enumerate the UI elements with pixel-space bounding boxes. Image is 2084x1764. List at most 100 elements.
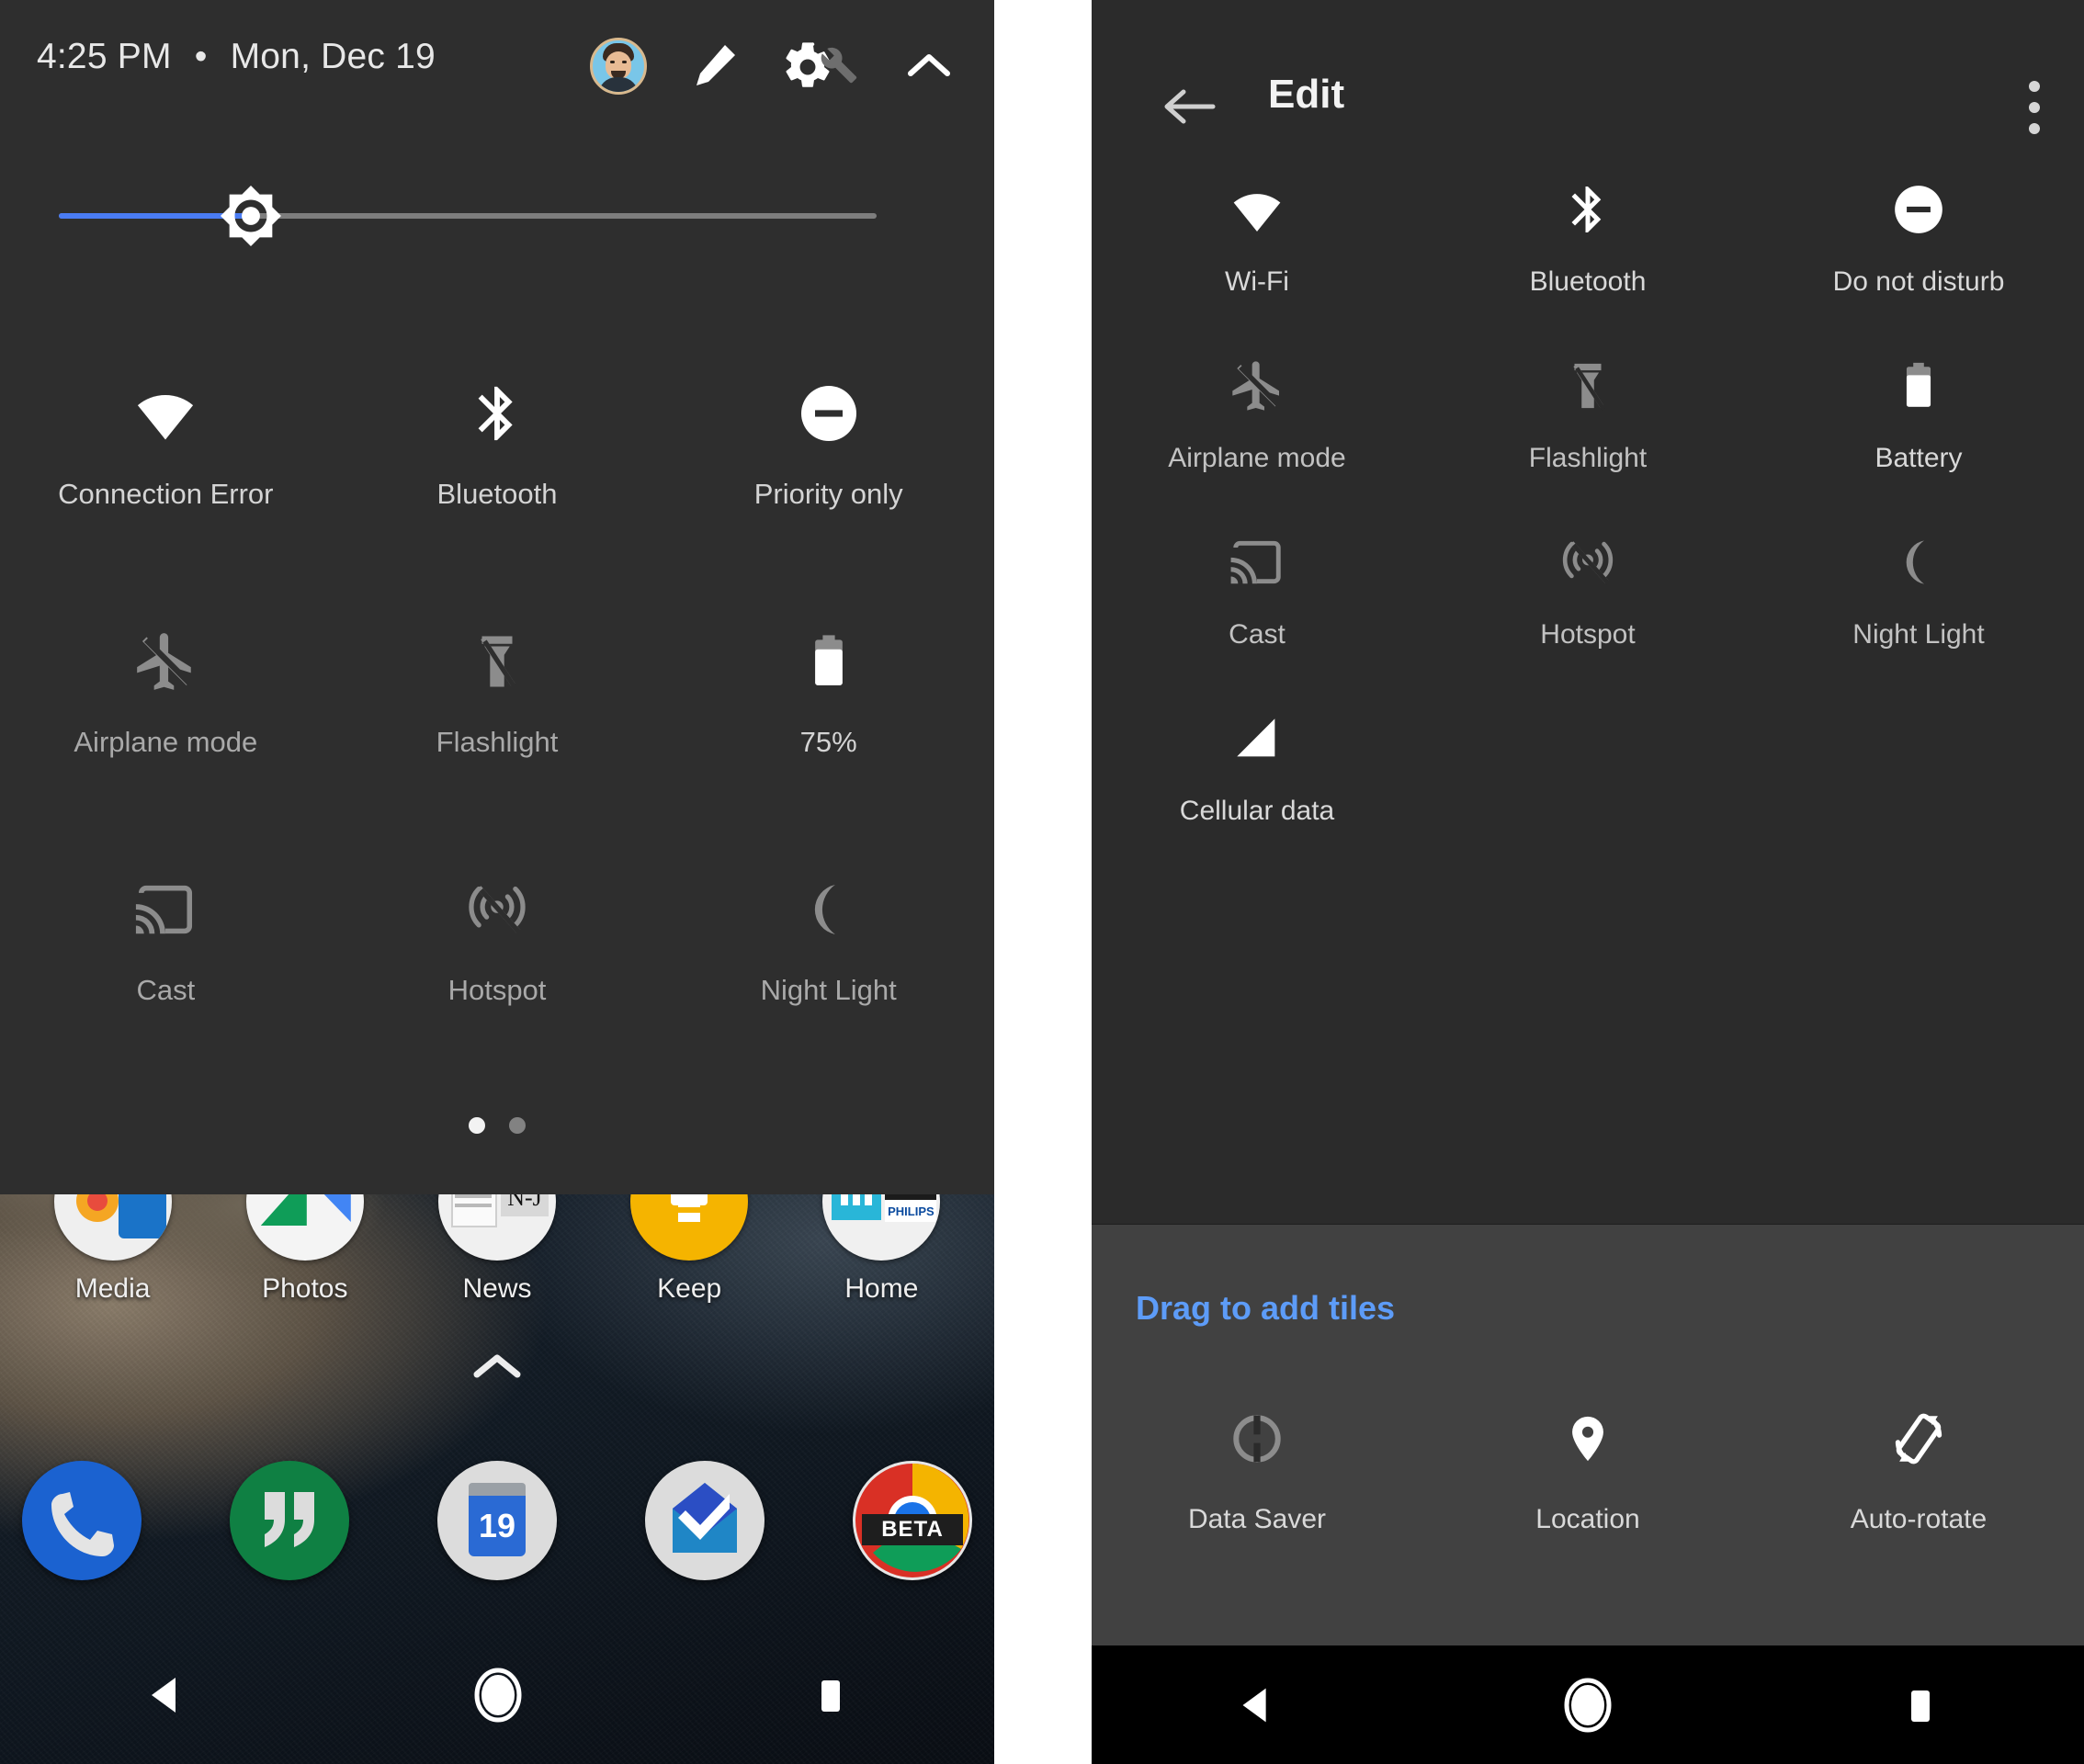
hangouts-app-icon[interactable] [230,1461,349,1580]
recents-nav-button[interactable] [804,1669,855,1721]
settings-gear-icon[interactable] [781,39,864,94]
page-dot-active[interactable] [469,1117,485,1134]
drag-to-add-heading: Drag to add tiles [1136,1289,1396,1327]
all-apps-chevron-icon[interactable] [0,1351,994,1384]
edit-tile-battery[interactable]: Battery [1753,342,2084,518]
tile-row: Data Saver Location Auto-rotate [1092,1399,2084,1583]
tile-label: Bluetooth [436,478,558,510]
flashlight-off-icon [1561,349,1614,423]
right-nav-bar [1092,1645,2084,1764]
battery-icon [798,617,859,706]
overflow-menu-icon[interactable] [2029,81,2040,134]
quick-settings-panel: 4:25 PM • Mon, Dec 19 Connection Error B… [0,0,994,1194]
edit-tile-flashlight[interactable]: Flashlight [1422,342,1753,518]
tile-label: Bluetooth [1529,266,1647,297]
cast-icon [133,865,198,954]
edit-tile-empty-slot[interactable] [1422,695,1753,871]
add-tiles-grid: Data Saver Location Auto-rotate [1092,1399,2084,1583]
app-label: Keep [657,1273,722,1304]
tile-connection-error[interactable]: Connection Error [0,349,332,597]
edit-tile-do-not-disturb[interactable]: Do not disturb [1753,165,2084,342]
tile-priority-only[interactable]: Priority only [663,349,994,597]
tile-row: Connection Error Bluetooth Priority only [0,349,994,597]
tile-label: Night Light [1852,619,1985,650]
tile-night-light[interactable]: Night Light [663,845,994,1093]
home-nav-button[interactable] [1559,1677,1616,1734]
add-tile-data-saver[interactable]: Data Saver [1092,1399,1422,1583]
edit-tile-cast[interactable]: Cast [1092,518,1422,695]
do-not-disturb-icon [796,369,862,458]
phone-app-icon[interactable] [22,1461,142,1580]
drag-to-add-section: Drag to add tiles Data Saver Location Au… [1092,1225,2084,1645]
left-phone-screen: N-J PHILIPS Media Photos News Keep Home … [0,0,994,1764]
page-dot-inactive[interactable] [509,1117,526,1134]
edit-tile-bluetooth[interactable]: Bluetooth [1422,165,1753,342]
tile-label: Battery [1874,443,1963,473]
tile-airplane-mode[interactable]: Airplane mode [0,597,332,845]
tile-hotspot[interactable]: Hotspot [332,845,663,1093]
hotspot-off-icon [1559,526,1616,599]
edit-tile-cellular-data[interactable]: Cellular data [1092,695,1422,871]
airplane-off-icon [1228,349,1286,423]
tile-label: Wi-Fi [1225,266,1289,297]
tile-battery[interactable]: 75% [663,597,994,845]
edit-tile-empty-slot[interactable] [1753,695,2084,871]
app-news-label-wrap[interactable]: News [401,1187,593,1305]
app-label: Photos [262,1273,348,1304]
data-saver-icon [1229,1399,1286,1478]
recents-nav-button[interactable] [1894,1679,1945,1731]
edit-tile-airplane-mode[interactable]: Airplane mode [1092,342,1422,518]
edit-active-tiles: Wi-Fi Bluetooth Do not disturb Airplane … [1092,165,2084,871]
tile-row: Cast Hotspot Night Light [0,845,994,1093]
tile-row: Cast Hotspot Night Light [1092,518,2084,695]
brightness-thumb[interactable] [219,184,283,248]
app-home-label-wrap[interactable]: Home [786,1187,978,1305]
user-avatar[interactable] [590,38,647,95]
inbox-app-icon[interactable] [645,1461,765,1580]
collapse-chevron-icon[interactable] [906,51,952,82]
page-title: Edit [1268,72,1345,117]
screenshot-root: N-J PHILIPS Media Photos News Keep Home … [0,0,2084,1764]
app-photos-label-wrap[interactable]: Photos [209,1187,401,1305]
tile-flashlight[interactable]: Flashlight [332,597,663,845]
clock-time: 4:25 PM [37,37,172,76]
bluetooth-icon [1560,173,1615,246]
quick-settings-header-icons [590,33,952,99]
home-nav-button[interactable] [470,1667,527,1724]
tile-label: 75% [799,726,857,758]
tile-label: Data Saver [1187,1504,1327,1534]
page-indicator[interactable] [0,1117,994,1134]
tile-label: Flashlight [1528,443,1648,473]
brightness-slider[interactable] [0,184,994,248]
left-nav-bar [0,1626,994,1764]
tile-label: Connection Error [58,478,274,510]
back-nav-button[interactable] [139,1668,192,1722]
back-nav-button[interactable] [1230,1679,1282,1731]
beta-badge: BETA [862,1514,963,1545]
tile-label: Airplane mode [74,726,258,758]
add-tile-location[interactable]: Location [1422,1399,1753,1583]
tile-cast[interactable]: Cast [0,845,332,1093]
quick-settings-tiles: Connection Error Bluetooth Priority only [0,349,994,1093]
tile-bluetooth[interactable]: Bluetooth [332,349,663,597]
tile-label: Priority only [753,478,903,510]
edit-pencil-icon[interactable] [689,41,739,91]
app-keep-label-wrap[interactable]: Keep [594,1187,786,1305]
edit-tile-wifi[interactable]: Wi-Fi [1092,165,1422,342]
status-date: Mon, Dec 19 [230,37,436,76]
app-label: Home [844,1273,919,1304]
status-clock-date: 4:25 PM • Mon, Dec 19 [37,37,436,77]
bluetooth-icon [465,369,529,458]
tile-label: Airplane mode [1168,443,1346,473]
calendar-app-icon[interactable]: 19 [437,1461,557,1580]
edit-tile-hotspot[interactable]: Hotspot [1422,518,1753,695]
tile-row: Airplane mode Flashlight [1092,342,2084,518]
chrome-beta-app-icon[interactable]: BETA [853,1461,972,1580]
edit-tile-night-light[interactable]: Night Light [1753,518,2084,695]
wifi-icon [130,369,200,458]
hotspot-off-icon [465,865,529,954]
night-light-moon-icon [798,865,859,954]
back-arrow-icon[interactable] [1161,85,1217,129]
add-tile-auto-rotate[interactable]: Auto-rotate [1753,1399,2084,1583]
app-media-label-wrap[interactable]: Media [17,1187,209,1305]
